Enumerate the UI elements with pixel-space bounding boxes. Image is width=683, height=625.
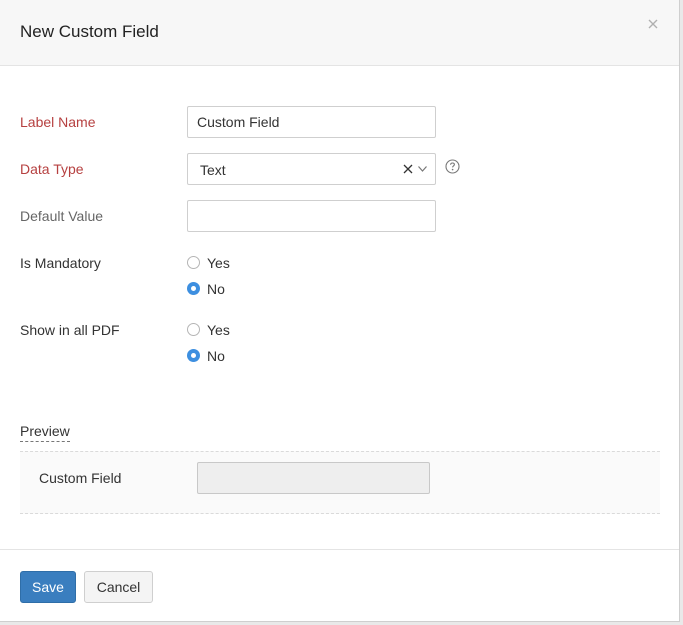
save-button[interactable]: Save <box>20 571 76 603</box>
dialog-title: New Custom Field <box>20 22 159 41</box>
show-in-pdf-no-label: No <box>207 348 225 364</box>
show-in-pdf-no-radio[interactable] <box>187 349 200 362</box>
data-type-label: Data Type <box>20 161 84 177</box>
is-mandatory-no-label: No <box>207 281 225 297</box>
chevron-down-icon[interactable] <box>418 166 427 172</box>
new-custom-field-dialog: New Custom Field Label Name Data Type Te… <box>0 0 680 622</box>
show-in-pdf-yes-radio[interactable] <box>187 323 200 336</box>
is-mandatory-label: Is Mandatory <box>20 255 101 271</box>
preview-field-input <box>197 462 430 494</box>
preview-panel: Custom Field <box>20 451 660 514</box>
help-circle-icon[interactable] <box>445 159 460 174</box>
preview-field-label: Custom Field <box>39 470 122 486</box>
label-name-label: Label Name <box>20 114 96 130</box>
close-icon[interactable] <box>647 18 659 30</box>
data-type-value: Text <box>200 162 226 178</box>
label-name-input[interactable] <box>187 106 436 138</box>
is-mandatory-yes-radio[interactable] <box>187 256 200 269</box>
default-value-label: Default Value <box>20 208 104 224</box>
default-value-input[interactable] <box>187 200 436 232</box>
preview-heading: Preview <box>20 423 70 442</box>
dialog-header: New Custom Field <box>0 0 679 66</box>
show-in-pdf-yes-label: Yes <box>207 322 230 338</box>
is-mandatory-yes-label: Yes <box>207 255 230 271</box>
dialog-footer: Save Cancel <box>0 549 679 622</box>
cancel-button[interactable]: Cancel <box>84 571 153 603</box>
data-type-select[interactable]: Text <box>187 153 436 185</box>
clear-icon[interactable] <box>403 164 413 174</box>
is-mandatory-no-radio[interactable] <box>187 282 200 295</box>
show-in-pdf-label: Show in all PDF <box>20 322 120 338</box>
